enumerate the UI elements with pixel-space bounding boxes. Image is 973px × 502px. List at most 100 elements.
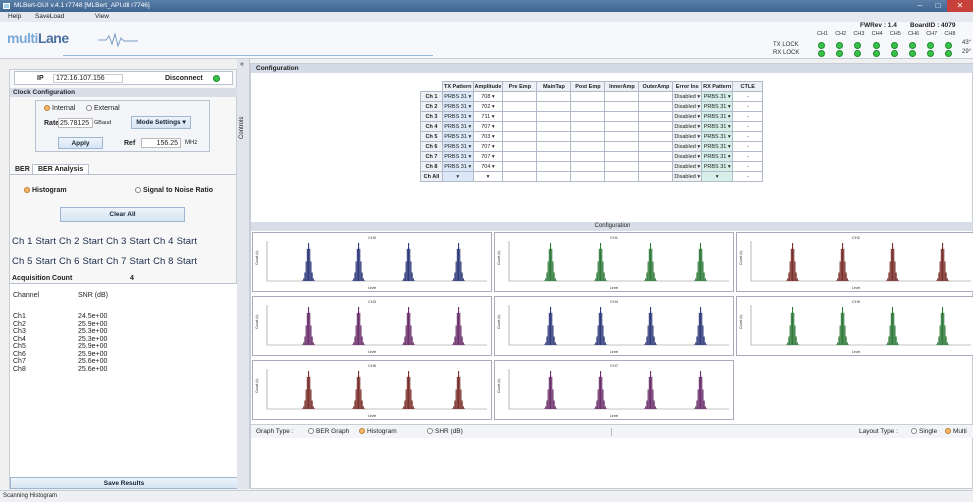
maximize-button[interactable]: □ bbox=[929, 0, 947, 12]
amplitude-select[interactable]: 708 ▾ bbox=[472, 91, 504, 102]
tap-cell[interactable] bbox=[604, 101, 640, 112]
tap-cell[interactable] bbox=[570, 131, 606, 142]
tap-cell[interactable] bbox=[638, 151, 674, 162]
menu-saveload[interactable]: SaveLoad bbox=[35, 12, 64, 22]
tap-cell[interactable] bbox=[638, 91, 674, 102]
controls-collapse-bar[interactable]: « Controls bbox=[237, 59, 250, 489]
tap-cell[interactable] bbox=[502, 101, 538, 112]
tab-ber[interactable]: BER bbox=[15, 166, 30, 173]
apply-button[interactable]: Apply bbox=[58, 137, 103, 149]
amplitude-select[interactable]: ▾ bbox=[472, 171, 504, 182]
amplitude-select[interactable]: 702 ▾ bbox=[472, 101, 504, 112]
tap-cell[interactable] bbox=[604, 111, 640, 122]
error-ins-select[interactable]: Disabled ▾ bbox=[672, 131, 703, 142]
tap-cell[interactable] bbox=[536, 171, 572, 182]
tap-cell[interactable] bbox=[638, 171, 674, 182]
rx-pattern-select[interactable]: PRBS 31 ▾ bbox=[701, 91, 734, 102]
tap-cell[interactable] bbox=[502, 111, 538, 122]
ref-input[interactable]: 156.25 bbox=[141, 138, 181, 148]
rate-input[interactable]: 25.78125 bbox=[58, 118, 93, 128]
tap-cell[interactable] bbox=[570, 161, 606, 172]
ctle-cell[interactable]: - bbox=[732, 111, 764, 122]
tx-pattern-select[interactable]: PRBS 31 ▾ bbox=[442, 121, 474, 132]
error-ins-select[interactable]: Disabled ▾ bbox=[672, 91, 703, 102]
ip-input[interactable]: 172.16.107.156 bbox=[53, 74, 123, 83]
tap-cell[interactable] bbox=[502, 121, 538, 132]
start-button[interactable]: Start bbox=[177, 256, 198, 267]
rx-pattern-select[interactable]: PRBS 31 ▾ bbox=[701, 141, 734, 152]
tap-cell[interactable] bbox=[536, 151, 572, 162]
tap-cell[interactable] bbox=[536, 141, 572, 152]
tap-cell[interactable] bbox=[604, 121, 640, 132]
rx-pattern-select[interactable]: PRBS 31 ▾ bbox=[701, 101, 734, 112]
tap-cell[interactable] bbox=[570, 151, 606, 162]
single-layout-radio[interactable]: Single bbox=[911, 425, 937, 439]
amplitude-select[interactable]: 704 ▾ bbox=[472, 161, 504, 172]
tx-pattern-select[interactable]: ▾ bbox=[442, 171, 474, 182]
external-radio[interactable]: External bbox=[86, 105, 120, 112]
error-ins-select[interactable]: Disabled ▾ bbox=[672, 151, 703, 162]
histogram-graph-radio[interactable]: Histogram bbox=[359, 425, 397, 439]
amplitude-select[interactable]: 711 ▾ bbox=[472, 111, 504, 122]
tap-cell[interactable] bbox=[570, 101, 606, 112]
multi-layout-radio[interactable]: Multi bbox=[945, 425, 967, 439]
tap-cell[interactable] bbox=[604, 141, 640, 152]
tap-cell[interactable] bbox=[502, 151, 538, 162]
start-button[interactable]: Start bbox=[177, 236, 198, 247]
rx-pattern-select[interactable]: PRBS 31 ▾ bbox=[701, 151, 734, 162]
tap-cell[interactable] bbox=[502, 131, 538, 142]
tap-cell[interactable] bbox=[570, 141, 606, 152]
error-ins-select[interactable]: Disabled ▾ bbox=[672, 171, 703, 182]
error-ins-select[interactable]: Disabled ▾ bbox=[672, 121, 703, 132]
ctle-cell[interactable]: - bbox=[732, 171, 764, 182]
tx-pattern-select[interactable]: PRBS 31 ▾ bbox=[442, 141, 474, 152]
menu-help[interactable]: Help bbox=[8, 12, 21, 22]
tap-cell[interactable] bbox=[604, 171, 640, 182]
tx-pattern-select[interactable]: PRBS 31 ▾ bbox=[442, 91, 474, 102]
error-ins-select[interactable]: Disabled ▾ bbox=[672, 101, 703, 112]
start-button[interactable]: Start bbox=[130, 236, 151, 247]
collapse-arrow-icon[interactable]: « bbox=[240, 61, 244, 68]
tap-cell[interactable] bbox=[502, 161, 538, 172]
histogram-radio[interactable]: Histogram bbox=[24, 187, 67, 194]
tx-pattern-select[interactable]: PRBS 31 ▾ bbox=[442, 111, 474, 122]
tap-cell[interactable] bbox=[638, 131, 674, 142]
tap-cell[interactable] bbox=[604, 161, 640, 172]
tap-cell[interactable] bbox=[604, 91, 640, 102]
rx-pattern-select[interactable]: PRBS 31 ▾ bbox=[701, 121, 734, 132]
ctle-cell[interactable]: - bbox=[732, 151, 764, 162]
tap-cell[interactable] bbox=[502, 171, 538, 182]
rx-pattern-select[interactable]: PRBS 31 ▾ bbox=[701, 161, 734, 172]
ber-graph-radio[interactable]: BER Graph bbox=[308, 425, 349, 439]
tap-cell[interactable] bbox=[536, 91, 572, 102]
tx-pattern-select[interactable]: PRBS 31 ▾ bbox=[442, 151, 474, 162]
clear-all-button[interactable]: Clear All bbox=[60, 207, 185, 222]
ctle-cell[interactable]: - bbox=[732, 91, 764, 102]
error-ins-select[interactable]: Disabled ▾ bbox=[672, 161, 703, 172]
amplitude-select[interactable]: 703 ▾ bbox=[472, 131, 504, 142]
start-button[interactable]: Start bbox=[83, 256, 104, 267]
tx-pattern-select[interactable]: PRBS 31 ▾ bbox=[442, 101, 474, 112]
ctle-cell[interactable]: - bbox=[732, 161, 764, 172]
tap-cell[interactable] bbox=[570, 121, 606, 132]
disconnect-button[interactable]: Disconnect bbox=[165, 75, 203, 82]
tap-cell[interactable] bbox=[502, 91, 538, 102]
tap-cell[interactable] bbox=[638, 111, 674, 122]
start-button[interactable]: Start bbox=[83, 236, 104, 247]
ctle-cell[interactable]: - bbox=[732, 141, 764, 152]
tap-cell[interactable] bbox=[638, 161, 674, 172]
start-button[interactable]: Start bbox=[130, 256, 151, 267]
rx-pattern-select[interactable]: PRBS 31 ▾ bbox=[701, 111, 734, 122]
save-results-button[interactable]: Save Results bbox=[10, 477, 238, 489]
tap-cell[interactable] bbox=[604, 131, 640, 142]
ctle-cell[interactable]: - bbox=[732, 131, 764, 142]
ctle-cell[interactable]: - bbox=[732, 101, 764, 112]
internal-radio[interactable]: Internal bbox=[44, 105, 75, 112]
tap-cell[interactable] bbox=[604, 151, 640, 162]
tap-cell[interactable] bbox=[638, 121, 674, 132]
amplitude-select[interactable]: 707 ▾ bbox=[472, 141, 504, 152]
tab-ber-analysis[interactable]: BER Analysis bbox=[32, 164, 90, 174]
tap-cell[interactable] bbox=[502, 141, 538, 152]
rx-pattern-select[interactable]: PRBS 31 ▾ bbox=[701, 131, 734, 142]
amplitude-select[interactable]: 707 ▾ bbox=[472, 151, 504, 162]
